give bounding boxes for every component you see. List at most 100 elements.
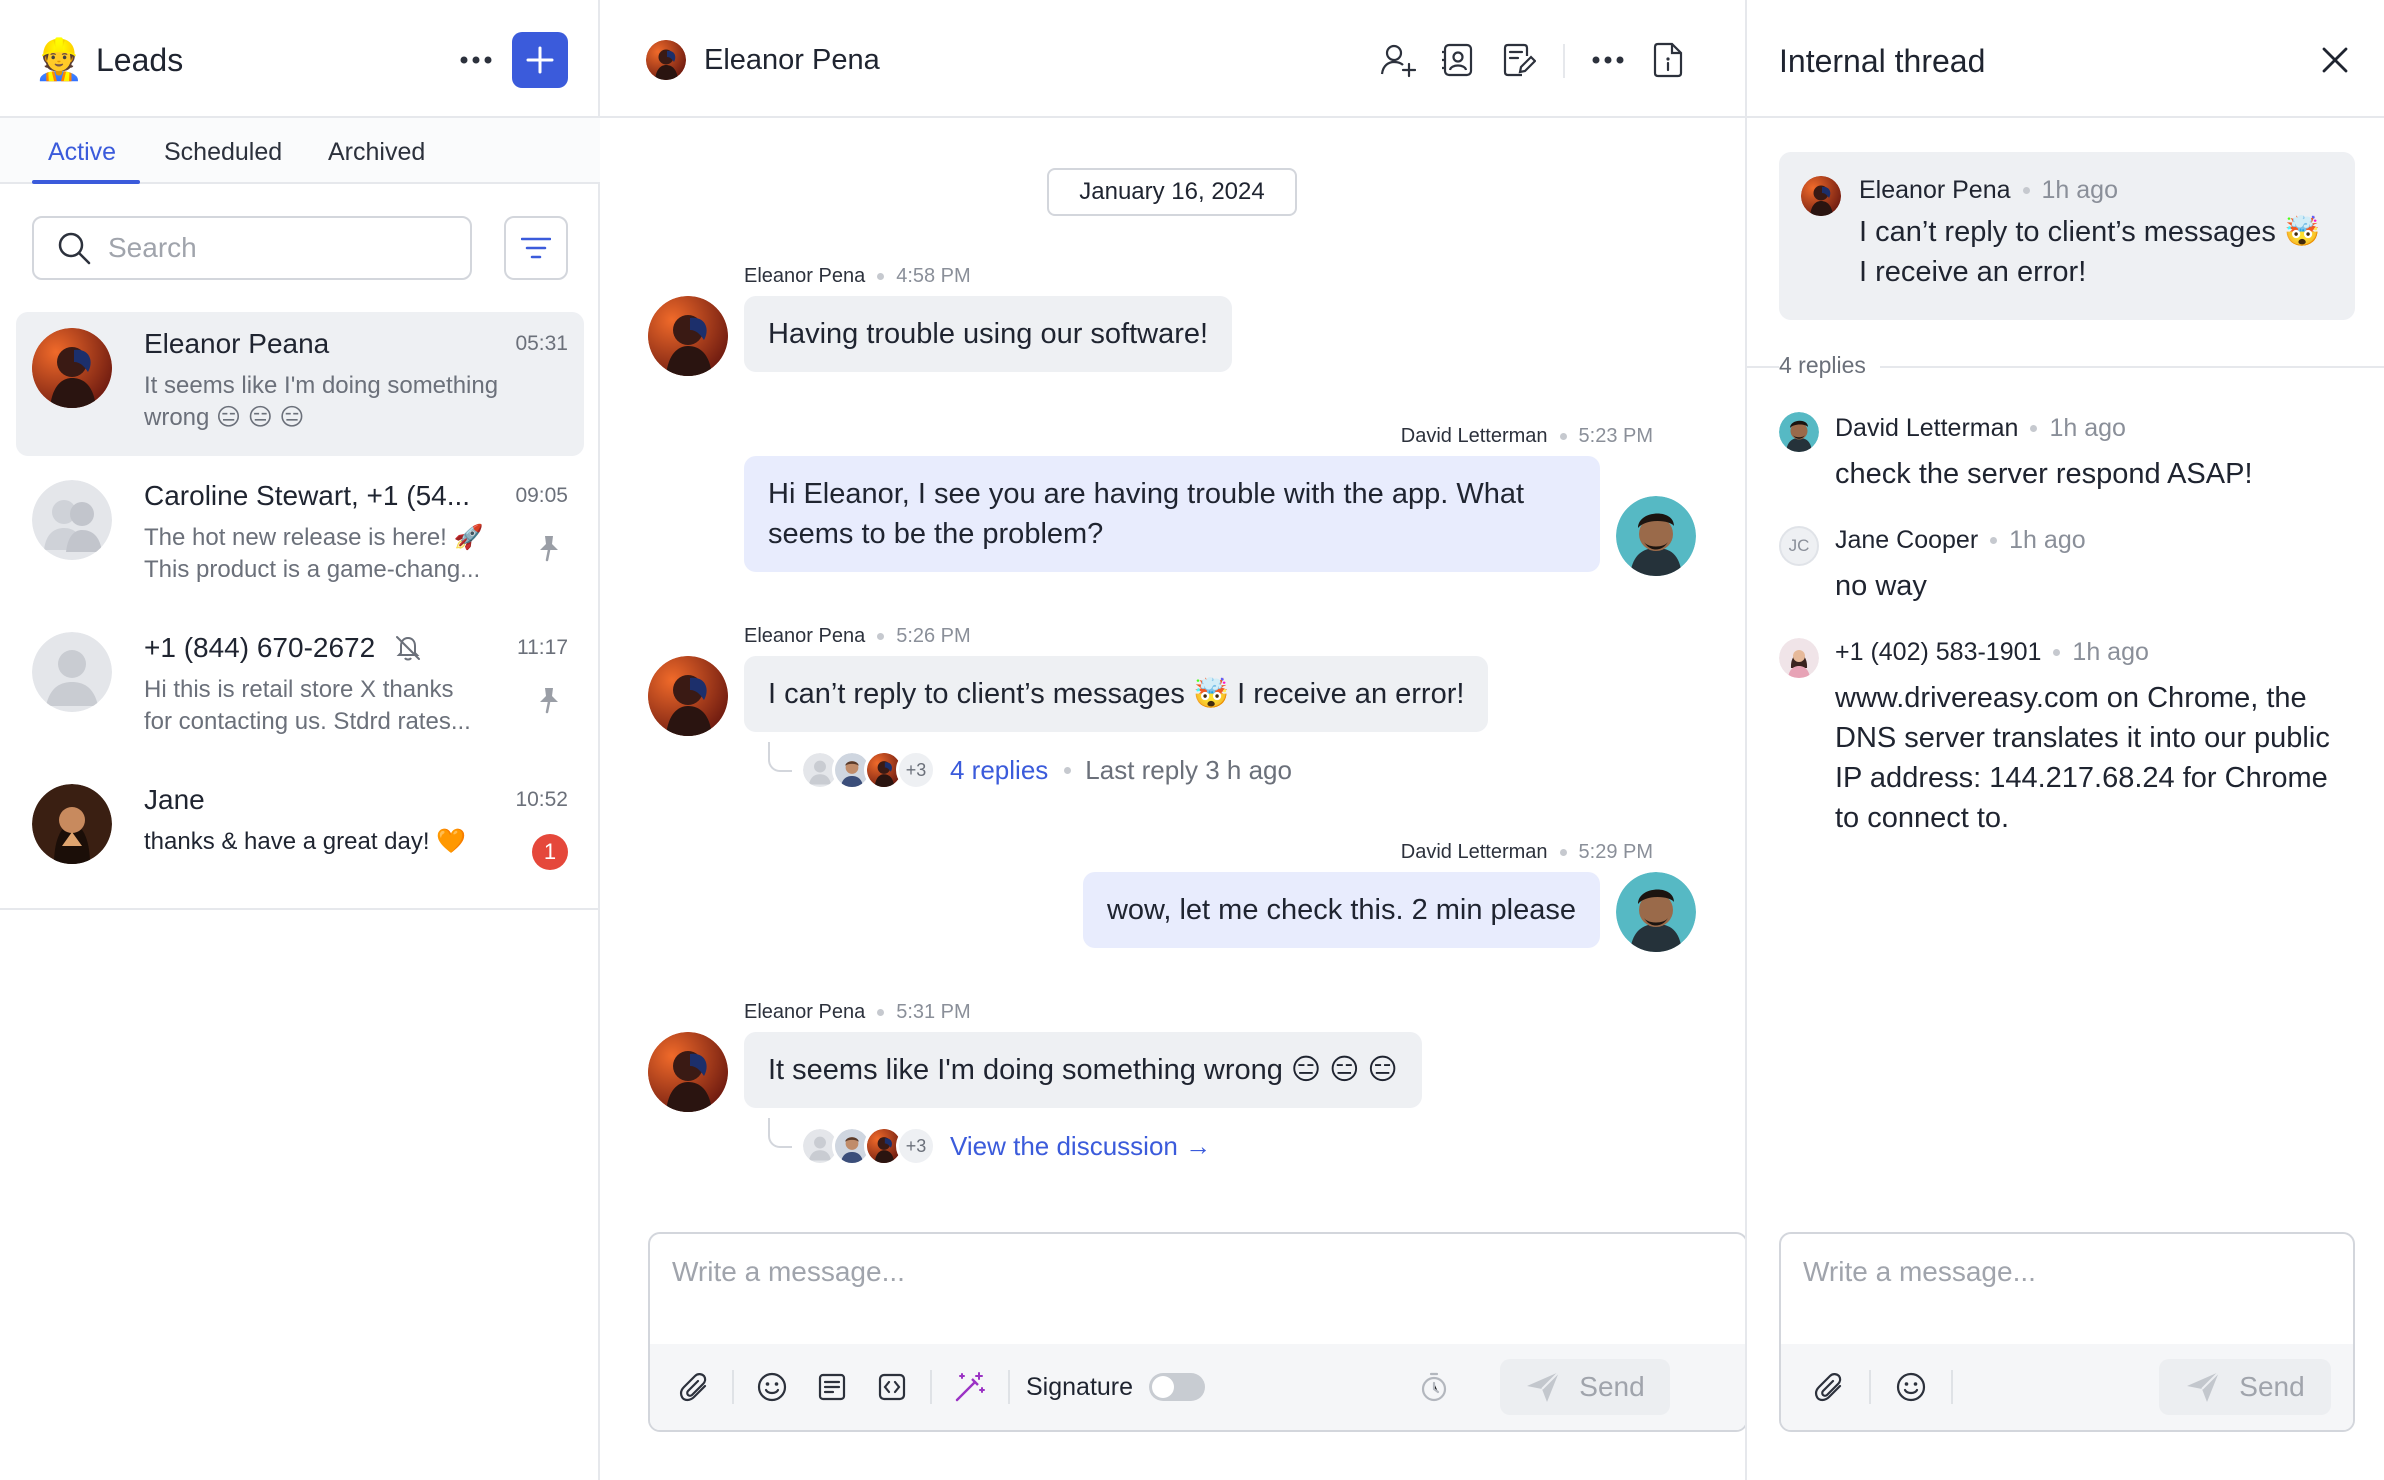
message-author: David Letterman (1400, 425, 1548, 447)
conversation-name: Jane (144, 784, 205, 815)
magic-wand-icon (955, 1372, 985, 1402)
message-author: Eleanor Pena (744, 1001, 866, 1023)
add-user-icon (1380, 44, 1416, 78)
more-options-button[interactable] (1586, 38, 1630, 82)
document-info-button[interactable] (1646, 38, 1690, 82)
message-bubble: Hi Eleanor, I see you are having trouble… (744, 456, 1600, 572)
reply-author: +1 (402) 583-1901 (1835, 638, 2042, 666)
thread-header: Internal thread (1747, 0, 2384, 118)
code-button[interactable] (870, 1365, 914, 1409)
signature-label: Signature (1026, 1372, 1134, 1401)
root-meta: Eleanor Pena 1h ago (1859, 176, 2118, 205)
edit-note-button[interactable] (1496, 38, 1540, 82)
emoji-button[interactable] (750, 1365, 794, 1409)
conversation-item[interactable]: Caroline Stewart, +1 (54... 09:05 The ho… (16, 464, 584, 608)
separator-dot (1990, 537, 1998, 544)
close-thread-button[interactable] (2313, 38, 2357, 82)
more-options-button[interactable] (454, 38, 498, 82)
schedule-timer-icon (1421, 1372, 1447, 1402)
message-bubble: Having trouble using our software! (744, 296, 1233, 372)
toolbar-divider (732, 1370, 734, 1404)
send-button[interactable]: Send (2159, 1359, 2331, 1415)
contact-name[interactable]: Eleanor Pena (704, 42, 880, 78)
ai-magic-button[interactable] (948, 1365, 992, 1409)
send-button[interactable]: Send (1500, 1359, 1670, 1415)
message-input[interactable] (672, 1256, 1712, 1326)
composer-tools (1807, 1365, 1953, 1409)
emoji-button[interactable] (1889, 1365, 1933, 1409)
more-participants-count: +3 (896, 1126, 936, 1166)
tab-scheduled[interactable]: Scheduled (164, 136, 282, 168)
separator-dot (877, 272, 885, 280)
conversation-name-row: +1 (844) 670-2672 (144, 630, 423, 666)
add-user-button[interactable] (1376, 38, 1420, 82)
search-field[interactable] (32, 216, 472, 280)
message-meta: Eleanor Pena 4:58 PM (744, 264, 971, 288)
contact-avatar (646, 40, 686, 80)
message-time: 5:23 PM (1578, 425, 1653, 447)
conversation-item[interactable]: Eleanor Peana 05:31 It seems like I'm do… (16, 312, 584, 456)
new-lead-button[interactable] (512, 32, 568, 88)
contact-card-button[interactable] (1436, 38, 1480, 82)
reply-author: Jane Cooper (1835, 526, 1979, 554)
tab-active[interactable]: Active (48, 136, 116, 168)
replies-count: 4 replies (1779, 352, 1880, 379)
conversation-preview: Hi this is retail store X thanks for con… (144, 676, 471, 735)
thread-connector (768, 1118, 792, 1148)
tab-archived[interactable]: Archived (328, 136, 425, 168)
smile-icon (757, 1372, 787, 1402)
thread-summary[interactable]: +3 4 replies Last reply 3 h ago (768, 742, 1368, 798)
schedule-button[interactable] (1412, 1365, 1456, 1409)
avatar (32, 784, 112, 864)
conversation-time: 10:52 (515, 788, 568, 811)
paperclip-icon (1814, 1373, 1842, 1402)
search-input[interactable] (108, 232, 448, 264)
conversation-time: 11:17 (517, 636, 568, 659)
send-label: Send (2239, 1371, 2305, 1402)
separator-dot (1064, 766, 1072, 774)
conversation-name: Eleanor Peana (144, 328, 330, 359)
unread-badge: 1 (532, 834, 568, 870)
attach-button[interactable] (1807, 1365, 1851, 1409)
sender-avatar (1616, 872, 1696, 952)
thread-connector (768, 742, 792, 772)
conversation-name: Caroline Stewart, +1 (54... (144, 480, 471, 511)
separator-dot (877, 632, 885, 640)
list-divider (0, 908, 600, 910)
conversation-item[interactable]: +1 (844) 670-2672 11:17 Hi this is retai… (16, 616, 584, 760)
message-time: 5:29 PM (1578, 841, 1653, 863)
separator-dot (1559, 432, 1567, 440)
separator-dot (2030, 425, 2038, 432)
message-meta: Eleanor Pena 5:26 PM (744, 624, 971, 648)
signature-toggle[interactable] (1149, 1373, 1206, 1401)
message-time: 4:58 PM (896, 265, 971, 287)
conversation-list-panel: 👷 Leads Active Scheduled Archived Eleano… (0, 0, 600, 1480)
reply-meta: David Letterman 1h ago (1835, 414, 2126, 443)
reply-time: 1h ago (2072, 638, 2149, 666)
sidebar-tabs: Active Scheduled Archived (0, 118, 600, 184)
conversation-item[interactable]: Jane 10:52 thanks & have a great day! 🧡 … (16, 768, 584, 888)
message-time: 5:26 PM (896, 625, 971, 647)
filter-lines-icon (521, 237, 551, 259)
thread-message-input[interactable] (1803, 1256, 2323, 1326)
thread-summary[interactable]: +3 View the discussion → (768, 1118, 1368, 1174)
edit-note-icon (1503, 43, 1536, 77)
thread-title: Internal thread (1779, 43, 1986, 79)
conversation-preview: The hot new release is here! 🚀 This prod… (144, 524, 484, 583)
template-button[interactable] (810, 1365, 854, 1409)
plus-icon (526, 46, 554, 74)
thread-replies-link[interactable]: 4 replies (950, 755, 1048, 786)
attach-button[interactable] (672, 1365, 716, 1409)
toggle-knob (1152, 1376, 1175, 1398)
view-discussion-link[interactable]: View the discussion → (950, 1131, 1211, 1162)
toolbar-divider (1008, 1370, 1010, 1404)
sidebar-title: Leads (96, 42, 184, 78)
filter-button[interactable] (504, 216, 568, 280)
smile-icon (1896, 1372, 1926, 1402)
sender-avatar (648, 1032, 728, 1112)
document-info-icon (1653, 42, 1683, 78)
composer-tools: Signature (672, 1365, 1206, 1409)
send-plane-icon (1527, 1371, 1561, 1402)
toolbar-divider (930, 1370, 932, 1404)
message-bubble: It seems like I'm doing something wrong … (744, 1032, 1422, 1108)
